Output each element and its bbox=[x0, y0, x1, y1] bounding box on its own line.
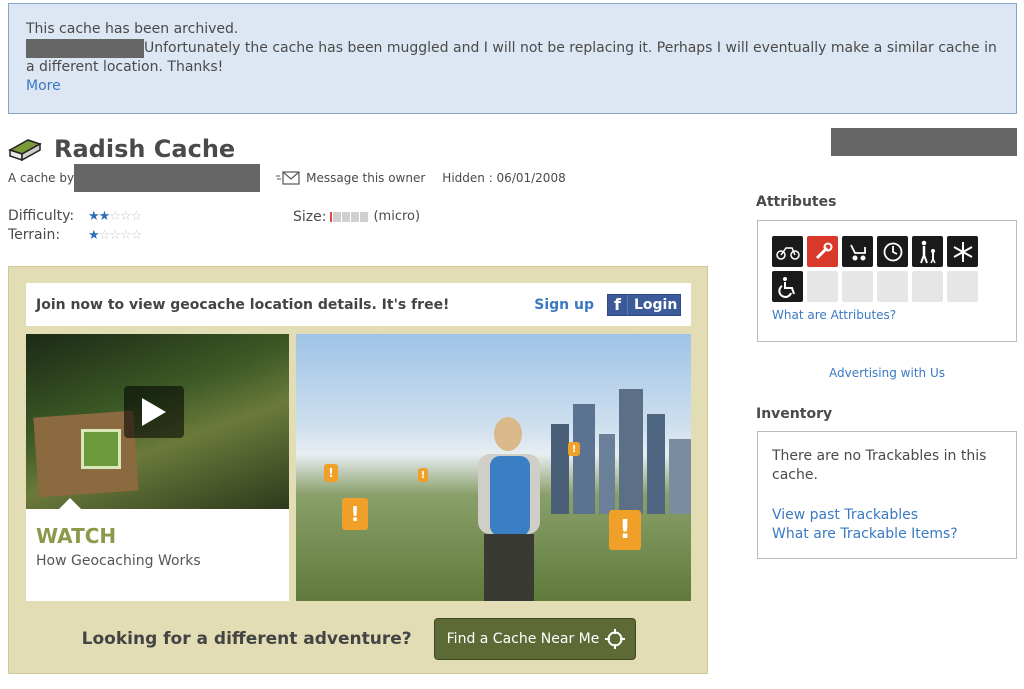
terrain-stars: ★ ☆☆☆☆ bbox=[88, 228, 142, 243]
archived-notice: This cache has been archived. bbox=[26, 21, 239, 37]
find-cache-label: Find a Cache Near Me bbox=[446, 631, 600, 647]
hero-image: ! ! ! ! ! bbox=[296, 334, 691, 601]
promo-panel: Join now to view geocache location detai… bbox=[8, 266, 708, 674]
alert-pin-icon: ! bbox=[418, 468, 428, 482]
login-label: Login bbox=[634, 296, 678, 313]
what-are-attributes-link[interactable]: What are Attributes? bbox=[772, 308, 1002, 322]
facebook-login-button[interactable]: f Login bbox=[607, 293, 681, 316]
inventory-title: Inventory bbox=[756, 406, 833, 422]
redacted-owner bbox=[74, 164, 261, 192]
attributes-grid bbox=[772, 236, 1002, 302]
inventory-text: There are no Trackables in this cache. bbox=[772, 448, 987, 483]
archive-message: Unfortunately the cache has been muggled… bbox=[26, 40, 997, 75]
video-thumbnail bbox=[26, 334, 289, 509]
signup-link[interactable]: Sign up bbox=[534, 297, 594, 313]
alert-pin-icon: ! bbox=[324, 464, 338, 482]
watch-subtitle: How Geocaching Works bbox=[36, 553, 201, 569]
inventory-box: There are no Trackables in this cache. V… bbox=[757, 431, 1017, 559]
join-text: Join now to view geocache location detai… bbox=[36, 296, 450, 313]
what-are-trackables-link[interactable]: What are Trackable Items? bbox=[772, 525, 1002, 544]
pointer-notch bbox=[57, 498, 82, 509]
micro-cache-icon bbox=[8, 139, 42, 162]
owner-label: A cache by bbox=[8, 171, 75, 185]
more-link[interactable]: More bbox=[26, 77, 999, 96]
cache-title-row: Radish Cache bbox=[8, 133, 235, 165]
crosshair-icon bbox=[605, 629, 626, 649]
difficulty-stars: ★★ ☆☆☆ bbox=[88, 209, 142, 224]
needs-maintenance-icon bbox=[807, 236, 838, 267]
empty-attribute-slot bbox=[807, 271, 838, 302]
size-value: (micro) bbox=[373, 209, 421, 224]
envelope-icon bbox=[276, 171, 300, 185]
size-bar-icon bbox=[330, 211, 370, 222]
play-icon[interactable] bbox=[124, 386, 184, 438]
bicycles-icon bbox=[772, 236, 803, 267]
size-label: Size: bbox=[293, 208, 327, 225]
empty-attribute-slot bbox=[877, 271, 908, 302]
facebook-icon: f bbox=[608, 294, 628, 315]
clock-icon bbox=[877, 236, 908, 267]
different-adventure-row: Looking for a different adventure? Find … bbox=[9, 617, 709, 661]
find-cache-near-me-button[interactable]: Find a Cache Near Me bbox=[433, 618, 637, 660]
watch-video-card[interactable]: WATCH How Geocaching Works bbox=[26, 334, 289, 601]
alert-pin-icon: ! bbox=[342, 498, 368, 530]
owner-row: A cache by Message this owner Hidden : 0… bbox=[8, 163, 566, 193]
message-owner-link[interactable]: Message this owner bbox=[276, 171, 425, 185]
cache-title: Radish Cache bbox=[54, 135, 236, 163]
hiker-figure bbox=[478, 417, 540, 601]
redacted-block bbox=[831, 128, 1017, 156]
join-bar: Join now to view geocache location detai… bbox=[26, 283, 691, 326]
wheelchair-icon bbox=[772, 271, 803, 302]
alert-pin-icon: ! bbox=[568, 442, 580, 456]
difficulty-label: Difficulty: bbox=[8, 208, 75, 224]
message-owner-label: Message this owner bbox=[306, 171, 426, 185]
empty-attribute-slot bbox=[947, 271, 978, 302]
stroller-icon bbox=[842, 236, 873, 267]
geocaching-logo-icon bbox=[81, 429, 121, 469]
kid-friendly-icon bbox=[912, 236, 943, 267]
attributes-title: Attributes bbox=[756, 194, 837, 210]
watch-heading: WATCH bbox=[36, 524, 117, 548]
different-adventure-text: Looking for a different adventure? bbox=[81, 629, 412, 649]
empty-attribute-slot bbox=[842, 271, 873, 302]
advertising-link[interactable]: Advertising with Us bbox=[757, 366, 1017, 380]
alert-pin-icon: ! bbox=[609, 510, 641, 550]
attributes-box: What are Attributes? bbox=[757, 220, 1017, 342]
difficulty-terrain: Difficulty: ★★ ☆☆☆ Terrain: ★ ☆☆☆☆ bbox=[8, 207, 142, 245]
archived-banner: This cache has been archived. Unfortunat… bbox=[8, 3, 1017, 114]
winter-snowflake-icon bbox=[947, 236, 978, 267]
view-past-trackables-link[interactable]: View past Trackables bbox=[772, 506, 1002, 525]
redacted-name bbox=[26, 39, 144, 58]
cache-size: Size: (micro) bbox=[293, 207, 420, 226]
hidden-date: Hidden : 06/01/2008 bbox=[442, 171, 566, 185]
terrain-label: Terrain: bbox=[8, 227, 61, 243]
empty-attribute-slot bbox=[912, 271, 943, 302]
